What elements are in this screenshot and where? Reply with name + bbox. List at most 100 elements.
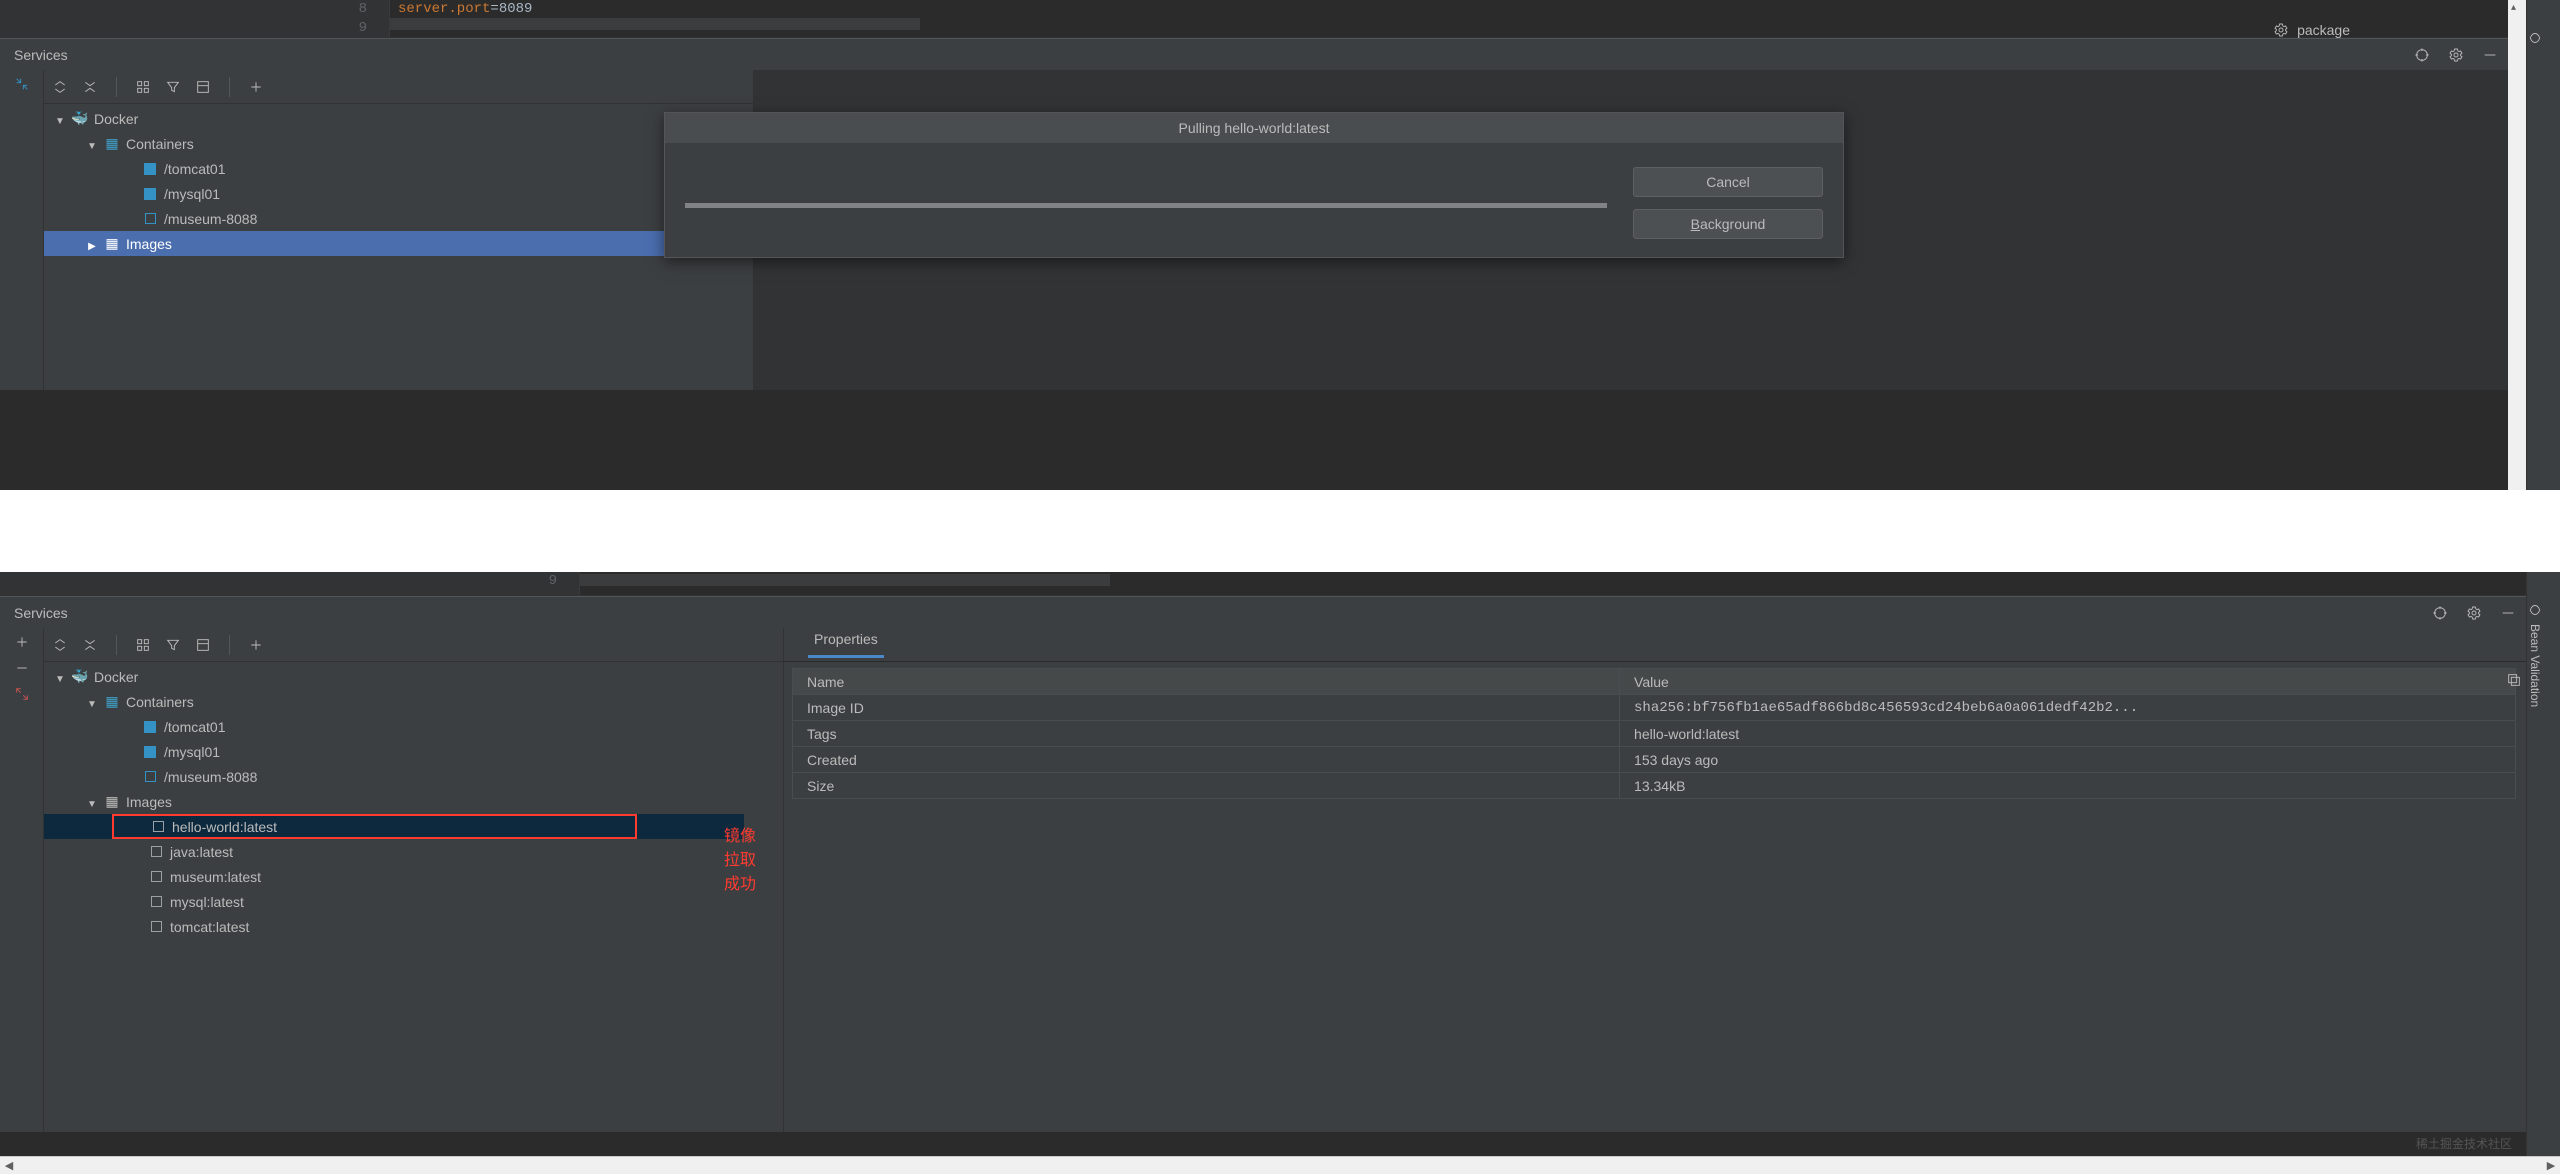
add-icon[interactable] xyxy=(248,637,264,653)
services-main-area: Pulling hello-world:latest Cancel Backgr… xyxy=(754,70,2508,390)
tree-image-item[interactable]: tomcat:latest xyxy=(44,914,744,939)
minimize-icon[interactable] xyxy=(2500,605,2516,621)
gear-icon[interactable] xyxy=(2466,605,2482,621)
image-icon xyxy=(151,846,162,857)
services-tree[interactable]: 🐳 Docker ▦ Containers /tomcat01 /mysql01 xyxy=(44,104,744,390)
gear-icon[interactable] xyxy=(2448,47,2464,63)
editor-hscroll[interactable] xyxy=(390,18,920,30)
minimize-icon[interactable] xyxy=(2482,47,2498,63)
layout-icon[interactable] xyxy=(195,637,211,653)
container-stopped-icon xyxy=(145,771,156,782)
tree-image-item[interactable]: java:latest xyxy=(44,839,744,864)
tree-label: mysql:latest xyxy=(170,894,244,910)
tree-container-item[interactable]: /museum-8088 xyxy=(44,206,744,231)
tree-label: /mysql01 xyxy=(164,186,220,202)
scroll-right-icon[interactable]: ▶ xyxy=(2542,1157,2560,1175)
chevron-down-icon[interactable] xyxy=(86,794,98,810)
tree-container-item[interactable]: /tomcat01 xyxy=(44,156,744,181)
right-tool-sidebar[interactable] xyxy=(2526,0,2560,490)
bean-validation-tab[interactable]: Bean Validation xyxy=(2527,572,2543,707)
expand-all-icon[interactable] xyxy=(52,637,68,653)
tree-container-item[interactable]: /museum-8088 xyxy=(44,764,744,789)
page-hscroll[interactable]: ◀ ▶ xyxy=(0,1156,2560,1174)
chevron-right-icon[interactable] xyxy=(86,236,98,252)
editor-hscroll[interactable] xyxy=(580,574,1110,586)
chevron-down-icon[interactable] xyxy=(54,111,66,127)
tree-label: Images xyxy=(126,794,172,810)
target-icon[interactable] xyxy=(2432,605,2448,621)
target-icon[interactable] xyxy=(2414,47,2430,63)
maven-tool-item[interactable]: package xyxy=(2273,22,2350,38)
tree-image-item[interactable]: museum:latest xyxy=(44,864,744,889)
filter-icon[interactable] xyxy=(165,79,181,95)
collapse-all-icon[interactable] xyxy=(82,637,98,653)
services-tree[interactable]: 🐳 Docker ▦ Containers /tomcat01 /mysql01 xyxy=(44,662,744,1132)
collapse-in-icon[interactable] xyxy=(14,76,30,92)
table-row[interactable]: Tags hello-world:latest xyxy=(793,721,2516,747)
code-area[interactable] xyxy=(580,572,2560,595)
cell-value: sha256:bf756fb1ae65adf866bd8c456593cd24b… xyxy=(1620,695,2516,721)
tree-containers[interactable]: ▦ Containers xyxy=(44,131,744,156)
cancel-button[interactable]: Cancel xyxy=(1633,167,1823,197)
image-icon xyxy=(153,821,164,832)
add-icon[interactable] xyxy=(14,634,30,650)
docker-icon: 🐳 xyxy=(72,669,88,685)
line-number: 8 xyxy=(0,0,367,19)
tree-docker[interactable]: 🐳 Docker xyxy=(44,664,744,689)
outer-vscroll[interactable]: ▴ xyxy=(2508,0,2526,490)
tree-label: Containers xyxy=(126,694,194,710)
tree-label: /tomcat01 xyxy=(164,161,225,177)
watermark: 稀土掘金技术社区 xyxy=(2416,1135,2512,1152)
right-tool-sidebar[interactable]: Bean Validation xyxy=(2526,572,2560,1156)
tree-image-item[interactable]: mysql:latest xyxy=(44,889,744,914)
cell-name: Size xyxy=(793,773,1620,799)
add-icon[interactable] xyxy=(248,79,264,95)
filter-icon[interactable] xyxy=(165,637,181,653)
col-value[interactable]: Value xyxy=(1620,669,2516,695)
cell-value: 153 days ago xyxy=(1620,747,2516,773)
tree-container-item[interactable]: /tomcat01 xyxy=(44,714,744,739)
gutter: 9 xyxy=(0,572,580,595)
tree-container-item[interactable]: /mysql01 xyxy=(44,181,744,206)
copy-icon[interactable] xyxy=(2506,672,2522,688)
tree-images[interactable]: ▦ Images xyxy=(44,789,744,814)
code-area[interactable]: server.port=8089 xyxy=(390,0,2560,37)
grid-icon[interactable] xyxy=(135,79,151,95)
tree-docker[interactable]: 🐳 Docker xyxy=(44,106,744,131)
layout-icon[interactable] xyxy=(195,79,211,95)
table-row[interactable]: Created 153 days ago xyxy=(793,747,2516,773)
bean-validation-tab[interactable] xyxy=(2527,0,2543,46)
properties-table: Name Value Image ID sha256:bf756fb1ae65a… xyxy=(792,668,2516,799)
chevron-down-icon[interactable] xyxy=(86,136,98,152)
tree-label: Docker xyxy=(94,111,138,127)
chevron-down-icon[interactable] xyxy=(86,694,98,710)
table-row[interactable]: Image ID sha256:bf756fb1ae65adf866bd8c45… xyxy=(793,695,2516,721)
services-title: Services xyxy=(14,605,68,621)
container-running-icon xyxy=(144,721,156,733)
background-button[interactable]: Background xyxy=(1633,209,1823,239)
collapse-all-icon[interactable] xyxy=(82,79,98,95)
expand-out-icon[interactable] xyxy=(14,686,30,702)
tree-label: tomcat:latest xyxy=(170,919,249,935)
remove-icon[interactable] xyxy=(14,660,30,676)
grid-icon[interactable] xyxy=(135,637,151,653)
tree-container-item[interactable]: /mysql01 xyxy=(44,739,744,764)
tree-containers[interactable]: ▦ Containers xyxy=(44,689,744,714)
line-number: 9 xyxy=(0,572,557,591)
tree-images[interactable]: ▦ Images xyxy=(44,231,744,256)
tree-image-item[interactable]: hello-world:latest xyxy=(44,814,744,839)
col-name[interactable]: Name xyxy=(793,669,1620,695)
services-toolbar xyxy=(44,628,783,662)
services-panel-header: Services xyxy=(0,38,2508,70)
maven-package-label: package xyxy=(2297,22,2350,38)
editor-strip: 9 xyxy=(0,572,2560,596)
expand-all-icon[interactable] xyxy=(52,79,68,95)
annotation-text: 镜像拉取成功 xyxy=(724,828,756,893)
containers-icon: ▦ xyxy=(104,694,120,710)
image-icon xyxy=(151,921,162,932)
table-row[interactable]: Size 13.34kB xyxy=(793,773,2516,799)
scroll-left-icon[interactable]: ◀ xyxy=(0,1157,18,1175)
tab-properties[interactable]: Properties xyxy=(808,631,884,658)
annotation-redbox: hello-world:latest xyxy=(112,814,637,839)
chevron-down-icon[interactable] xyxy=(54,669,66,685)
